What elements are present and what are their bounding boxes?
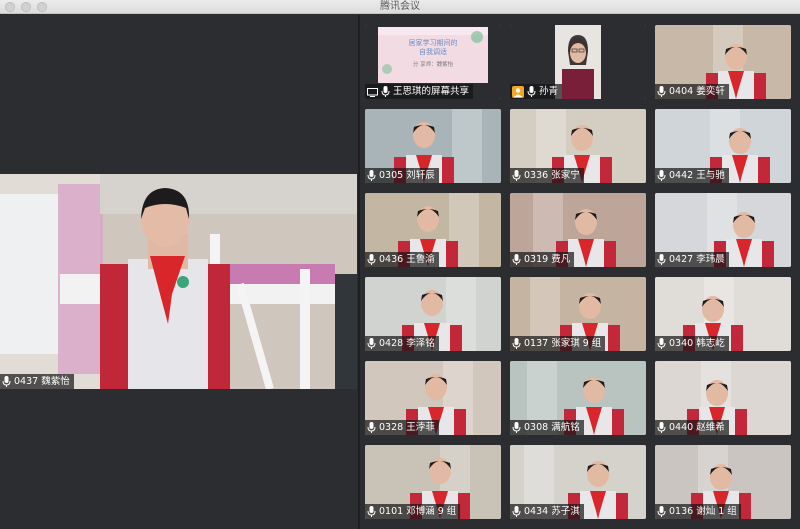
participant-nametag: 0434 苏子淇 xyxy=(510,504,584,519)
participant-nametag: 孙青 xyxy=(510,84,563,99)
main-speaker-name: 0437 魏紫怡 xyxy=(14,376,70,387)
microphone-icon xyxy=(367,422,376,433)
participant-tile[interactable]: 居家学习期间的 自我调适分 享师：魏紫怡王思琪的屏幕共享 xyxy=(365,25,501,99)
host-avatar-icon xyxy=(512,85,524,98)
microphone-icon xyxy=(657,506,666,517)
participant-nametag: 0336 张家宁 xyxy=(510,168,584,183)
participant-name: 0427 李玮晨 xyxy=(669,254,725,265)
screen-share-icon xyxy=(367,87,378,97)
participant-name: 0328 王浡菲 xyxy=(379,422,435,433)
meeting-window: 腾讯会议 0437 魏紫怡 居家学习期间的 自我调适 分 享师：魏紫怡 王思琪的… xyxy=(0,0,800,529)
participant-name: 0436 王鲁渝 xyxy=(379,254,435,265)
participant-name: 0308 满航铭 xyxy=(524,422,580,433)
participant-name: 0340 韩志屹 xyxy=(669,338,725,349)
participant-tile[interactable]: 0136 谢灿 1 组 xyxy=(655,445,791,519)
participant-nametag: 0442 王与驰 xyxy=(655,168,729,183)
participant-nametag: 0308 满航铭 xyxy=(510,420,584,435)
participant-tile[interactable]: 0434 苏子淇 xyxy=(510,445,646,519)
participant-name: 0428 李泽铭 xyxy=(379,338,435,349)
microphone-icon xyxy=(381,86,390,97)
participant-name: 0137 张家琪 9 组 xyxy=(524,338,602,349)
slide-line-2: 自我调适 xyxy=(419,48,447,56)
participant-name: 0136 谢灿 1 组 xyxy=(669,506,737,517)
participant-tile[interactable]: 0308 满航铭 xyxy=(510,361,646,435)
main-speaker-panel: 0437 魏紫怡 xyxy=(0,15,358,529)
microphone-icon xyxy=(657,254,666,265)
participant-tile[interactable]: 0319 费凡 xyxy=(510,193,646,267)
participant-name: 0305 刘轩辰 xyxy=(379,170,435,181)
participant-tile[interactable]: 0442 王与驰 xyxy=(655,109,791,183)
participant-tile[interactable]: 0137 张家琪 9 组 xyxy=(510,277,646,351)
slide-line-3: 分 享师：魏紫怡 xyxy=(412,62,454,68)
participant-tile[interactable]: 0305 刘轩辰 xyxy=(365,109,501,183)
participant-nametag: 0101 邓博涵 9 组 xyxy=(365,504,461,519)
participant-nametag: 0137 张家琪 9 组 xyxy=(510,336,606,351)
participant-tile[interactable]: 0336 张家宁 xyxy=(510,109,646,183)
participant-nametag: 0428 李泽铭 xyxy=(365,336,439,351)
window-title: 腾讯会议 xyxy=(380,1,420,12)
microphone-icon xyxy=(367,170,376,181)
participant-name: 王思琪的屏幕共享 xyxy=(393,86,470,97)
participant-nametag: 0319 费凡 xyxy=(510,252,575,267)
title-bar: 腾讯会议 xyxy=(0,0,800,14)
microphone-icon xyxy=(657,422,666,433)
participant-nametag: 王思琪的屏幕共享 xyxy=(365,84,474,99)
participant-name: 0319 费凡 xyxy=(524,254,571,265)
participant-nametag: 0436 王鲁渝 xyxy=(365,252,439,267)
microphone-icon xyxy=(2,376,11,387)
main-video-scene xyxy=(0,174,357,389)
participant-nametag: 0305 刘轩辰 xyxy=(365,168,439,183)
participant-tile[interactable]: 0101 邓博涵 9 组 xyxy=(365,445,501,519)
participant-tile[interactable]: 0440 赵维希 xyxy=(655,361,791,435)
participant-tile[interactable]: 0428 李泽铭 xyxy=(365,277,501,351)
participant-name: 0404 姜奕轩 xyxy=(669,86,725,97)
microphone-icon xyxy=(512,422,521,433)
panel-divider[interactable] xyxy=(358,15,360,529)
participant-tile[interactable]: 0404 姜奕轩 xyxy=(655,25,791,99)
microphone-icon xyxy=(512,338,521,349)
microphone-icon xyxy=(367,338,376,349)
participant-tile[interactable]: 0328 王浡菲 xyxy=(365,361,501,435)
participant-grid: 居家学习期间的 自我调适分 享师：魏紫怡 王思琪的屏幕共享 孙青 0404 姜奕轩 … xyxy=(365,25,795,525)
microphone-icon xyxy=(512,506,521,517)
microphone-icon xyxy=(512,170,521,181)
participant-nametag: 0427 李玮晨 xyxy=(655,252,729,267)
microphone-icon xyxy=(367,254,376,265)
participant-name: 0434 苏子淇 xyxy=(524,506,580,517)
participant-name: 0101 邓博涵 9 组 xyxy=(379,506,457,517)
microphone-icon xyxy=(527,86,536,97)
main-speaker-nametag: 0437 魏紫怡 xyxy=(0,374,74,389)
participant-name: 0442 王与驰 xyxy=(669,170,725,181)
microphone-icon xyxy=(367,506,376,517)
participant-nametag: 0328 王浡菲 xyxy=(365,420,439,435)
main-speaker-video[interactable]: 0437 魏紫怡 xyxy=(0,174,357,389)
microphone-icon xyxy=(657,170,666,181)
microphone-icon xyxy=(512,254,521,265)
participant-name: 0336 张家宁 xyxy=(524,170,580,181)
participant-tile[interactable]: 孙青 xyxy=(510,25,646,99)
participant-name: 孙青 xyxy=(539,86,559,97)
participant-tile[interactable]: 0436 王鲁渝 xyxy=(365,193,501,267)
participant-name: 0440 赵维希 xyxy=(669,422,725,433)
participant-tile[interactable]: 0427 李玮晨 xyxy=(655,193,791,267)
participant-nametag: 0340 韩志屹 xyxy=(655,336,729,351)
shared-slide-text: 居家学习期间的 自我调适分 享师：魏紫怡 xyxy=(378,39,488,70)
slide-line-1: 居家学习期间的 xyxy=(408,39,458,47)
participant-nametag: 0136 谢灿 1 组 xyxy=(655,504,741,519)
participant-tile[interactable]: 0340 韩志屹 xyxy=(655,277,791,351)
microphone-icon xyxy=(657,338,666,349)
participant-nametag: 0404 姜奕轩 xyxy=(655,84,729,99)
microphone-icon xyxy=(657,86,666,97)
participant-nametag: 0440 赵维希 xyxy=(655,420,729,435)
